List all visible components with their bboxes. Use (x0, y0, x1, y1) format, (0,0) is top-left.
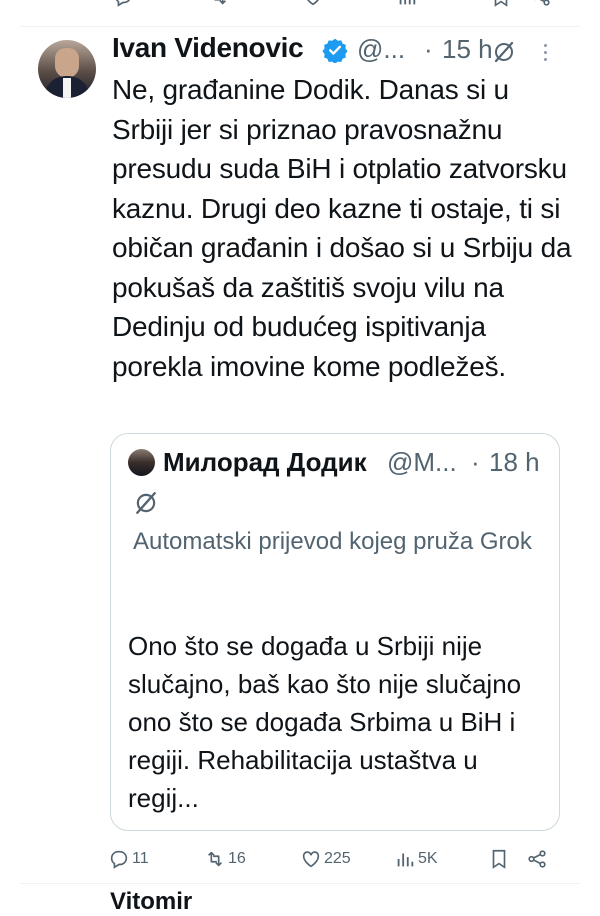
divider (20, 26, 580, 27)
reply-icon[interactable] (112, 0, 134, 8)
quoted-author-avatar[interactable] (128, 449, 155, 476)
views-icon[interactable] (396, 0, 418, 8)
tweet-header: Ivan Videnovic @... · 15 h (112, 30, 572, 70)
next-tweet-author-peek[interactable]: Vitomir (110, 888, 192, 916)
separator-dot: · (424, 34, 433, 64)
more-icon[interactable] (544, 44, 548, 62)
bookmark-button[interactable] (488, 844, 512, 874)
share-button[interactable] (526, 844, 550, 874)
bookmark-icon[interactable] (490, 0, 512, 8)
tweet-time[interactable]: 15 h (442, 34, 493, 65)
like-icon (302, 851, 320, 868)
quoted-tweet-text: Ono što se događa u Srbiji nije slučajno… (128, 631, 522, 813)
reply-button[interactable]: 11 (108, 844, 149, 874)
views-count: 5K (418, 850, 438, 867)
quoted-tweet[interactable]: Милорад Додик @M... · 18 h Automatski pr… (110, 433, 560, 831)
quoted-author-name[interactable]: Милорад Додик (163, 447, 367, 478)
grok-icon[interactable] (492, 40, 516, 64)
separator-dot: · (471, 447, 480, 477)
verified-badge-icon (322, 38, 348, 63)
bookmark-icon (492, 849, 506, 869)
share-icon[interactable] (530, 0, 552, 8)
divider (20, 883, 580, 884)
author-handle[interactable]: @... (357, 34, 405, 65)
translation-note: Automatski prijevod kojeg pruža Grok (133, 528, 532, 555)
tweet-text: Ne, građanine Dodik. Danas si u Srbiji j… (112, 74, 572, 382)
quoted-tweet-time[interactable]: 18 h (489, 447, 540, 478)
quoted-author-handle[interactable]: @M... (387, 447, 457, 478)
share-icon (528, 850, 546, 868)
previous-tweet-actions: 2 (0, 0, 600, 14)
reply-count: 11 (132, 850, 149, 867)
author-name[interactable]: Ivan Videnovic (112, 32, 304, 64)
repost-icon (207, 851, 223, 867)
grok-icon[interactable] (133, 490, 159, 516)
views-button[interactable]: 5K (394, 844, 438, 874)
reply-icon (110, 850, 128, 869)
like-count: 225 (324, 850, 351, 867)
views-icon (397, 853, 414, 867)
repost-count: 16 (228, 850, 246, 867)
like-button[interactable]: 225 (300, 844, 351, 874)
repost-icon[interactable] (208, 0, 230, 8)
tweet-actions: 11 16 225 5K (108, 844, 560, 874)
like-icon[interactable] (302, 0, 324, 8)
author-avatar[interactable] (38, 40, 96, 98)
repost-button[interactable]: 16 (204, 844, 246, 874)
